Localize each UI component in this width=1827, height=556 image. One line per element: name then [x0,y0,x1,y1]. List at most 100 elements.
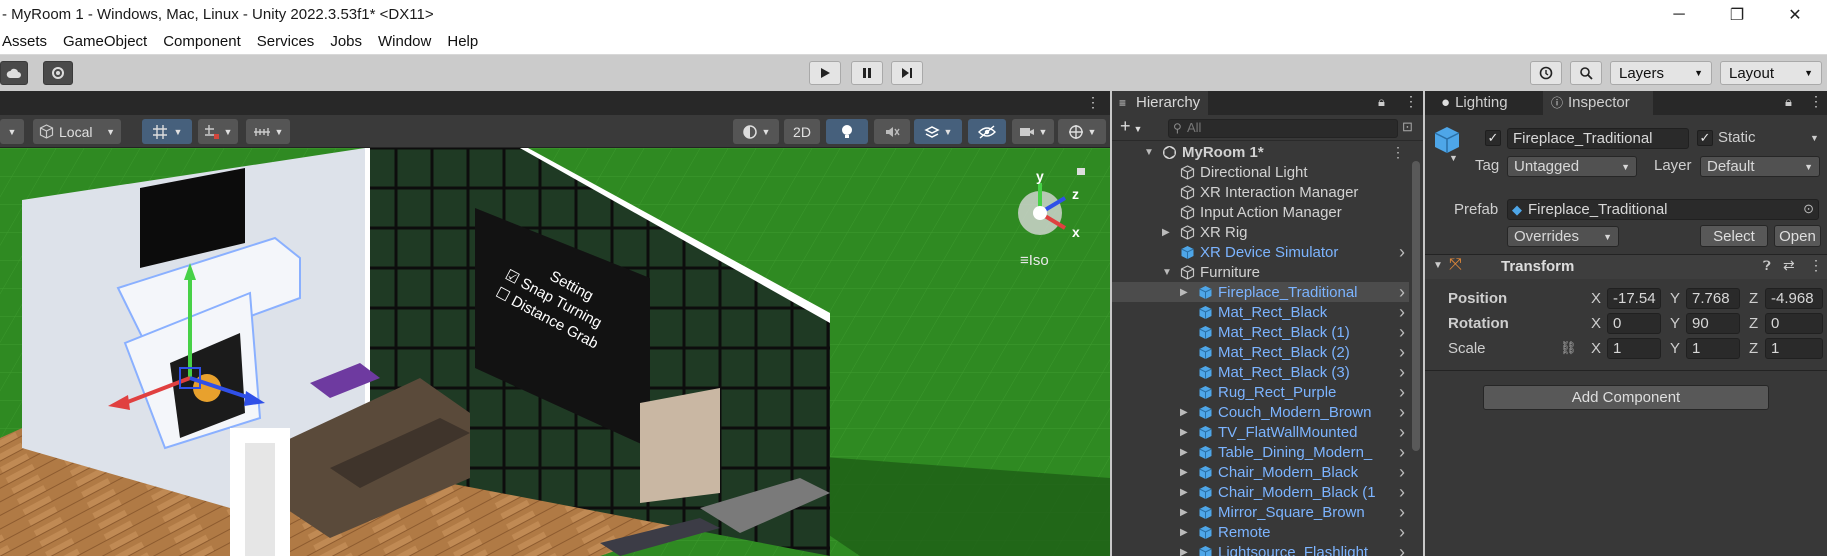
active-checkbox[interactable]: ✓ [1485,130,1501,146]
pivot-rotation-dropdown[interactable]: Local ▼ [33,119,121,144]
menu-services[interactable]: Services [255,33,323,50]
hierarchy-scene-row[interactable]: ▼ MyRoom 1* ⋮ [1112,142,1409,162]
hierarchy-row[interactable]: Mat_Rect_Black › [1112,302,1409,322]
menu-help[interactable]: Help [445,33,486,50]
open-prefab-chevron-icon[interactable]: › [1399,282,1405,303]
open-prefab-chevron-icon[interactable]: › [1399,382,1405,403]
fold-arrow-icon[interactable]: ▶ [1180,447,1188,458]
hierarchy-row[interactable]: ▶ TV_FlatWallMounted › [1112,422,1409,442]
undo-history-button[interactable] [1530,61,1562,85]
search-options-icon[interactable]: ⊡ [1402,119,1413,135]
grid-snapping-toggle[interactable]: ▼ [142,119,192,144]
fold-arrow-icon[interactable]: ▶ [1180,547,1188,556]
step-button[interactable] [891,61,923,85]
effects-dropdown[interactable]: ▼ [914,119,962,144]
help-icon[interactable]: ❓︎ [1763,258,1771,274]
hierarchy-row[interactable]: ▶ Table_Dining_Modern_ › [1112,442,1409,462]
hierarchy-row[interactable]: ▶ Fireplace_Traditional › [1112,282,1409,302]
open-prefab-chevron-icon[interactable]: › [1399,482,1405,503]
transform-tool-dropdown[interactable]: ▼ [0,119,24,144]
menu-jobs[interactable]: Jobs [328,33,370,50]
hierarchy-row[interactable]: XR Device Simulator › [1112,242,1409,262]
menu-window[interactable]: Window [376,33,439,50]
open-prefab-chevron-icon[interactable]: › [1399,302,1405,323]
hierarchy-row[interactable]: Mat_Rect_Black (1) › [1112,322,1409,342]
restore-button[interactable]: ❐ [1708,0,1766,29]
transform-header[interactable]: ▼ ⤧ Transform ❓︎ ⇄ ⋮ [1425,255,1827,279]
object-name-field[interactable]: Fireplace_Traditional [1507,128,1689,149]
hierarchy-row[interactable]: Mat_Rect_Black (3) › [1112,362,1409,382]
hierarchy-row[interactable]: Rug_Rect_Purple › [1112,382,1409,402]
hierarchy-row[interactable]: Input Action Manager [1112,202,1409,222]
layout-dropdown[interactable]: Layout ▼ [1720,61,1822,85]
camera-settings-dropdown[interactable]: ▼ [1012,119,1054,144]
scale-x-field[interactable]: 1 [1607,338,1661,359]
icon-dropdown-arrow-icon[interactable]: ▼ [1449,153,1458,163]
fold-arrow-icon[interactable]: ▶ [1162,227,1170,238]
hierarchy-search-input[interactable]: ⚲ All [1168,119,1398,138]
open-prefab-chevron-icon[interactable]: › [1399,542,1405,556]
open-prefab-chevron-icon[interactable]: › [1399,502,1405,523]
2d-mode-toggle[interactable]: 2D [784,119,820,144]
open-prefab-chevron-icon[interactable]: › [1399,362,1405,383]
add-object-button[interactable]: + ▼ [1120,116,1142,137]
open-prefab-chevron-icon[interactable]: › [1399,402,1405,423]
hierarchy-row[interactable]: Directional Light [1112,162,1409,182]
open-prefab-chevron-icon[interactable]: › [1399,342,1405,363]
more-options-icon[interactable]: ⋮ [1391,144,1405,161]
add-component-button[interactable]: Add Component [1483,385,1769,410]
static-dropdown-arrow-icon[interactable]: ▼ [1810,133,1819,143]
more-options-icon[interactable]: ⋮ [1086,94,1100,111]
menu-gameobject[interactable]: GameObject [61,33,155,50]
fold-arrow-icon[interactable]: ▶ [1180,467,1188,478]
play-button[interactable] [809,61,841,85]
ruler-snap-toggle[interactable]: ▼ [246,119,290,144]
fold-arrow-icon[interactable]: ▶ [1180,507,1188,518]
tab-inspector[interactable]: ⓘ Inspector [1543,91,1653,115]
hierarchy-row[interactable]: XR Interaction Manager [1112,182,1409,202]
fold-arrow-icon[interactable]: ▶ [1180,427,1188,438]
hierarchy-scrollbar[interactable] [1412,161,1420,451]
lock-icon[interactable]: 🔒︎ [1785,94,1792,110]
close-button[interactable]: ✕ [1766,0,1824,29]
hierarchy-row[interactable]: ▶ XR Rig [1112,222,1409,242]
static-checkbox[interactable]: ✓ [1697,130,1713,146]
object-picker-icon[interactable]: ⊙ [1803,201,1814,217]
fold-arrow-icon[interactable]: ▶ [1180,487,1188,498]
rotation-x-field[interactable]: 0 [1607,313,1661,334]
open-prefab-chevron-icon[interactable]: › [1399,522,1405,543]
lock-icon[interactable]: 🔒︎ [1378,94,1385,110]
gizmos-dropdown[interactable]: ▼ [1058,119,1106,144]
fold-arrow-icon[interactable]: ▼ [1162,267,1172,278]
increment-snap-toggle[interactable]: ▼ [198,119,238,144]
more-options-icon[interactable]: ⋮ [1809,257,1823,274]
presets-icon[interactable]: ⇄ [1783,257,1795,274]
open-prefab-button[interactable]: Open [1774,225,1821,247]
fold-arrow-icon[interactable]: ▶ [1180,287,1188,298]
gizmo-y-label[interactable]: y [1036,168,1044,184]
rotation-z-field[interactable]: 0 [1765,313,1823,334]
hierarchy-row[interactable]: ▶ Couch_Modern_Brown › [1112,402,1409,422]
hierarchy-row[interactable]: ▶ Lightsource_Flashlight › [1112,542,1409,556]
layers-dropdown[interactable]: Layers ▼ [1610,61,1712,85]
collab-button[interactable] [43,61,73,85]
more-options-icon[interactable]: ⋮ [1809,93,1823,110]
lighting-toggle[interactable] [826,119,868,144]
rotation-y-field[interactable]: 90 [1686,313,1740,334]
hierarchy-row[interactable]: ▼ Furniture [1112,262,1409,282]
gizmo-x-label[interactable]: x [1072,224,1080,240]
fold-arrow-icon[interactable]: ▼ [1433,260,1443,271]
constrain-proportions-icon[interactable]: ⛓ [1560,340,1577,356]
open-prefab-chevron-icon[interactable]: › [1399,462,1405,483]
hierarchy-row[interactable]: ▶ Mirror_Square_Brown › [1112,502,1409,522]
draw-mode-dropdown[interactable]: ▼ [733,119,779,144]
audio-toggle[interactable] [874,119,910,144]
position-y-field[interactable]: 7.768 [1686,288,1740,309]
cloud-button[interactable] [0,61,28,85]
scale-z-field[interactable]: 1 [1765,338,1823,359]
layer-dropdown[interactable]: Default ▼ [1700,156,1820,177]
open-prefab-chevron-icon[interactable]: › [1399,442,1405,463]
menu-assets[interactable]: Assets [0,33,55,50]
hierarchy-tab[interactable]: ≡ Hierarchy [1112,91,1209,115]
scene-viewport[interactable]: y z x ≡Iso Setting ☑ Snap Turning ☐ Dist… [0,148,1110,556]
